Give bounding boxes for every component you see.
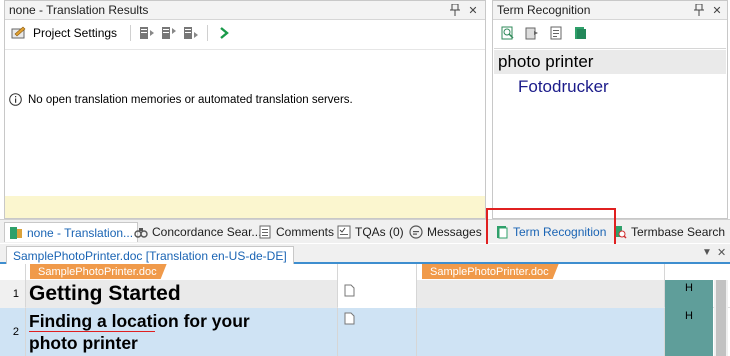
term-list: photo printer Fotodrucker (494, 48, 726, 216)
source-term: photo printer (498, 52, 594, 71)
lookup-icon (140, 27, 155, 39)
source-segment[interactable]: Getting Started (26, 280, 337, 308)
add-term-icon (525, 27, 538, 40)
document-icon (550, 26, 562, 40)
status-badge: H (665, 308, 713, 356)
grid-header-row: SamplePhotoPrinter.doc SamplePhotoPrinte… (0, 264, 730, 280)
term-recognized-underline (29, 331, 155, 332)
tab-label: none - Translation... (27, 225, 134, 240)
go-forward-button[interactable] (215, 24, 233, 42)
target-file-tag-label: SamplePhotoPrinter.doc (430, 265, 549, 278)
close-icon[interactable]: ✕ (466, 3, 480, 17)
vertical-scrollbar[interactable] (714, 280, 728, 356)
termbase-viewer-button[interactable] (571, 24, 589, 42)
translation-results-pane: none - Translation Results ✕ Project Set… (4, 0, 486, 219)
source-term-row[interactable]: photo printer (494, 50, 726, 74)
translation-results-title: none - Translation Results (9, 3, 149, 17)
tab-termbase-search[interactable]: Termbase Search (613, 222, 725, 242)
tab-label: Comments (276, 225, 335, 239)
tab-label: TQAs (0) (355, 225, 404, 239)
tm-action-3-button[interactable] (182, 24, 200, 42)
search-termbase-icon (501, 26, 514, 40)
toolbar-divider (5, 49, 485, 50)
segment-status-cell (338, 308, 416, 356)
source-text: Getting Started (29, 282, 181, 305)
translation-results-titlebar: none - Translation Results ✕ (5, 1, 485, 20)
tab-label: Concordance Sear... (152, 225, 262, 239)
tab-tqas[interactable]: TQAs (0) (337, 222, 404, 242)
source-file-tag-label: SamplePhotoPrinter.doc (38, 265, 157, 278)
no-tm-message-text: No open translation memories or automate… (28, 93, 353, 106)
status-badge: H (665, 280, 713, 308)
source-file-tag: SamplePhotoPrinter.doc (30, 264, 167, 279)
concordance-icon (134, 228, 148, 238)
editor-doc-tab-label: SamplePhotoPrinter.doc [Translation en-U… (13, 248, 287, 263)
lookup-previous-icon (162, 27, 177, 39)
term-recognition-toolbar (493, 20, 727, 46)
comments-icon (259, 225, 271, 239)
project-settings-button[interactable]: Project Settings (11, 24, 123, 42)
source-text-line1: Finding a location for your (29, 311, 250, 331)
tm-action-1-button[interactable] (138, 24, 156, 42)
lookup-next-icon (184, 27, 199, 39)
target-term-row[interactable]: Fotodrucker (494, 75, 726, 99)
add-term-button[interactable] (523, 24, 541, 42)
target-file-tag: SamplePhotoPrinter.doc (422, 264, 559, 279)
termbase-book-icon (575, 27, 586, 39)
editor-grid: SamplePhotoPrinter.doc SamplePhotoPrinte… (0, 264, 730, 356)
tab-label: Termbase Search (631, 225, 726, 239)
editor-doc-tab-strip: SamplePhotoPrinter.doc [Translation en-U… (0, 244, 730, 264)
row-number: 1 (0, 280, 25, 308)
term-recognition-pane: Term Recognition ✕ photo printer Fotodru… (492, 0, 728, 219)
tab-label: Messages (427, 225, 482, 239)
chevron-right-icon (220, 27, 229, 39)
source-segment[interactable]: Finding a location for your photo printe… (26, 308, 337, 356)
termbase-search-button[interactable] (499, 24, 517, 42)
row-number: 2 (0, 308, 25, 356)
editor-doc-tab[interactable]: SamplePhotoPrinter.doc [Translation en-U… (6, 246, 294, 264)
table-row[interactable]: 1 Getting Started H (0, 280, 730, 308)
pane-tab-bar: none - Translation... Concordance Sear..… (0, 208, 730, 253)
tm-info-strip (5, 196, 485, 218)
checkbox-list-icon (337, 225, 351, 239)
project-settings-icon (11, 26, 26, 39)
term-recognition-titlebar: Term Recognition ✕ (493, 1, 727, 20)
tab-concordance-search[interactable]: Concordance Sear... (134, 222, 261, 242)
chevron-down-icon[interactable]: ▼ (702, 247, 712, 258)
table-row[interactable]: 2 Finding a location for your photo prin… (0, 308, 730, 356)
toolbar-separator (130, 25, 132, 41)
tab-translation-results[interactable]: none - Translation... (4, 222, 139, 242)
pin-icon[interactable] (692, 3, 706, 17)
target-term: Fotodrucker (518, 77, 609, 96)
pin-icon[interactable] (448, 3, 462, 17)
tab-comments[interactable]: Comments (258, 222, 334, 242)
document-icon (344, 284, 355, 297)
target-segment[interactable] (417, 308, 664, 356)
close-icon[interactable]: ✕ (710, 3, 724, 17)
toolbar-separator (207, 25, 209, 41)
project-settings-label: Project Settings (33, 26, 118, 40)
term-recognition-title: Term Recognition (497, 3, 591, 17)
messages-icon (409, 225, 423, 239)
translation-results-icon (10, 226, 22, 239)
no-tm-message: No open translation memories or automate… (9, 93, 353, 106)
translation-results-toolbar: Project Settings (5, 20, 485, 46)
scrollbar-thumb[interactable] (716, 280, 726, 356)
close-icon[interactable]: ✕ (717, 246, 726, 259)
target-segment[interactable] (417, 280, 664, 308)
tm-action-2-button[interactable] (160, 24, 178, 42)
document-icon (344, 312, 355, 325)
termbase-settings-button[interactable] (547, 24, 565, 42)
segment-status-cell (338, 280, 416, 308)
info-icon (9, 93, 22, 106)
tab-messages[interactable]: Messages (409, 222, 482, 242)
source-text-line2: photo printer (29, 333, 138, 353)
